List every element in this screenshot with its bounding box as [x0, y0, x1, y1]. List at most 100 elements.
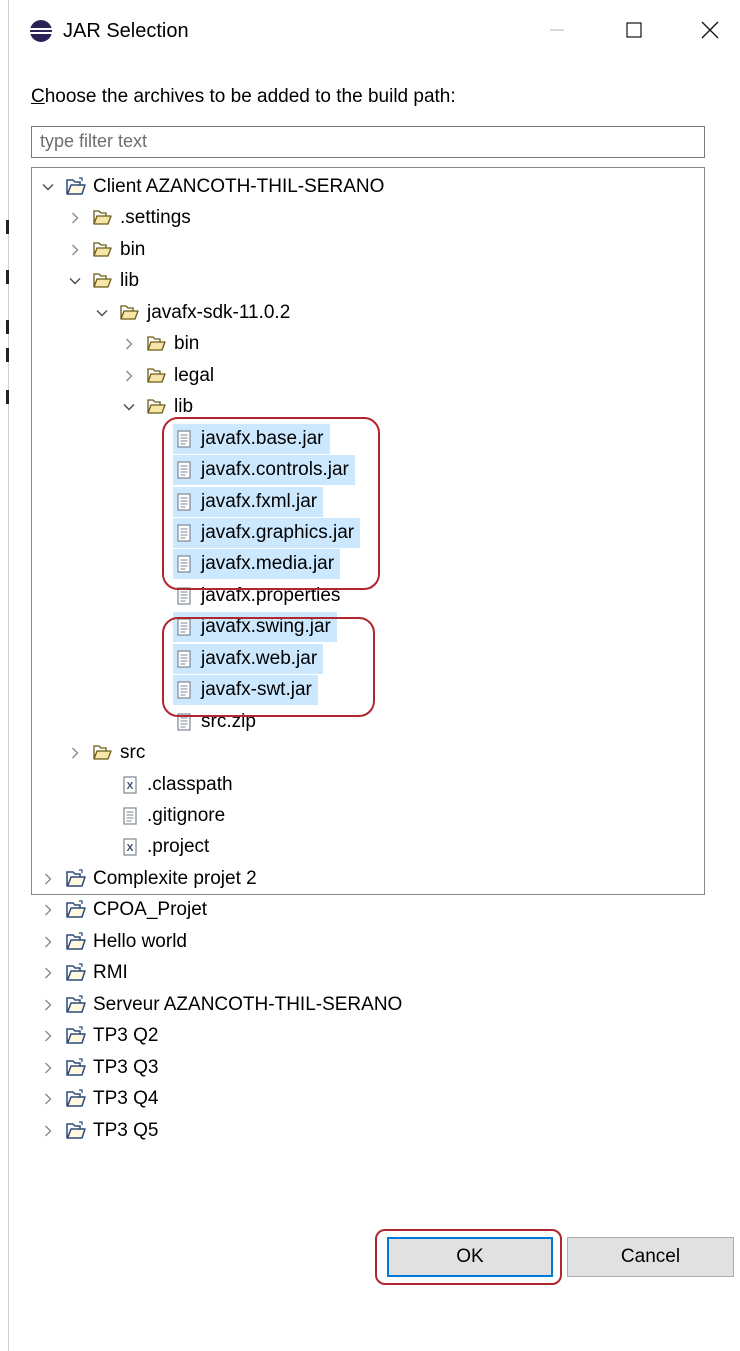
chevron-right-icon[interactable] [122, 369, 136, 383]
tree-row-label: lib [174, 396, 194, 418]
eclipse-icon [29, 19, 53, 43]
tree-row-label: TP3 Q4 [93, 1088, 159, 1110]
folder-icon [146, 396, 168, 418]
project-icon [65, 931, 87, 953]
tree-row-label: bin [174, 333, 200, 355]
tree-row-label: TP3 Q2 [93, 1025, 159, 1047]
svg-text:X: X [127, 843, 134, 854]
tree-row[interactable]: bin [122, 329, 199, 359]
chevron-down-icon[interactable] [41, 180, 55, 194]
tree-row[interactable]: javafx-sdk-11.0.2 [95, 298, 290, 328]
chevron-right-icon[interactable] [68, 211, 82, 225]
project-icon [65, 962, 87, 984]
tree-row-label: .settings [120, 207, 191, 229]
xml-file-icon: X [119, 836, 141, 858]
close-button[interactable] [687, 12, 733, 48]
tree-row-label: Hello world [93, 930, 187, 952]
tree-row[interactable]: lib [68, 266, 139, 296]
maximize-icon [626, 22, 642, 38]
folder-icon [92, 742, 114, 764]
tree-row[interactable]: .gitignore [119, 801, 225, 831]
project-icon [65, 994, 87, 1016]
tree-row-label: lib [120, 270, 140, 292]
selection-highlight-group-1 [162, 417, 380, 590]
tree-row-label: CPOA_Projet [93, 899, 208, 921]
folder-icon [146, 333, 168, 355]
instruction-text: hoose the archives to be added to the bu… [44, 86, 456, 107]
tree-row-label: .classpath [147, 773, 233, 795]
chevron-right-icon[interactable] [41, 903, 55, 917]
tree-row[interactable]: bin [68, 235, 145, 265]
chevron-right-icon[interactable] [122, 337, 136, 351]
tree-row[interactable]: Hello world [41, 927, 187, 957]
window-title: JAR Selection [63, 20, 189, 42]
ok-button[interactable]: OK [387, 1237, 553, 1277]
selection-highlight-group-2 [162, 617, 375, 717]
tree-row[interactable]: TP3 Q3 [41, 1053, 158, 1083]
project-icon [65, 868, 87, 890]
tree-row-label: TP3 Q3 [93, 1056, 159, 1078]
minimize-icon [550, 29, 564, 31]
tree-row[interactable]: CPOA_Projet [41, 895, 207, 925]
tree-row[interactable]: X .classpath [119, 770, 233, 800]
instruction-label: Choose the archives to be added to the b… [31, 85, 456, 109]
tree-row[interactable]: .settings [68, 203, 191, 233]
tree-row-label: bin [120, 238, 146, 260]
background-window-edge [0, 0, 9, 1351]
tree-row[interactable]: TP3 Q5 [41, 1116, 158, 1146]
tree-row-label: TP3 Q5 [93, 1119, 159, 1141]
filter-placeholder: type filter text [40, 131, 148, 151]
file-icon [119, 805, 141, 827]
project-icon [65, 1088, 87, 1110]
instruction-mnemonic: C [31, 86, 45, 107]
close-icon [701, 21, 719, 39]
chevron-right-icon[interactable] [68, 243, 82, 257]
tree-row[interactable]: X .project [119, 832, 209, 862]
chevron-right-icon[interactable] [41, 1029, 55, 1043]
chevron-right-icon[interactable] [41, 935, 55, 949]
project-icon [65, 176, 87, 198]
xml-file-icon: X [119, 774, 141, 796]
filter-input[interactable]: type filter text [31, 126, 705, 158]
tree-row[interactable]: Client AZANCOTH-THIL-SERANO [41, 172, 384, 202]
folder-icon [146, 365, 168, 387]
tree-row[interactable]: Serveur AZANCOTH-THIL-SERANO [41, 990, 402, 1020]
tree-row[interactable]: RMI [41, 958, 128, 988]
folder-icon [92, 239, 114, 261]
tree-row-label: Client AZANCOTH-THIL-SERANO [93, 176, 385, 197]
chevron-down-icon[interactable] [122, 400, 136, 414]
tree-row-label: src [120, 742, 146, 764]
tree-row[interactable]: Complexite projet 2 [41, 864, 257, 894]
maximize-button[interactable] [611, 12, 657, 48]
tree-row-label: .project [147, 836, 210, 858]
folder-icon [92, 207, 114, 229]
chevron-down-icon[interactable] [68, 274, 82, 288]
tree-row-label: Serveur AZANCOTH-THIL-SERANO [93, 993, 403, 1015]
tree-row-label: .gitignore [147, 805, 226, 826]
chevron-right-icon[interactable] [41, 998, 55, 1012]
tree-row-label: Complexite projet 2 [93, 867, 257, 889]
chevron-right-icon[interactable] [41, 1124, 55, 1138]
tree-row[interactable]: TP3 Q2 [41, 1021, 158, 1051]
tree-row[interactable]: src [68, 738, 145, 768]
chevron-right-icon[interactable] [68, 746, 82, 760]
project-icon [65, 899, 87, 921]
chevron-right-icon[interactable] [41, 872, 55, 886]
title-bar: JAR Selection [9, 0, 740, 62]
project-icon [65, 1120, 87, 1142]
tree-row-label: javafx-sdk-11.0.2 [147, 301, 291, 323]
folder-icon [92, 270, 114, 292]
minimize-button[interactable] [534, 12, 580, 48]
cancel-button[interactable]: Cancel [567, 1237, 734, 1277]
project-icon [65, 1025, 87, 1047]
chevron-right-icon[interactable] [41, 1061, 55, 1075]
tree-row[interactable]: legal [122, 361, 214, 391]
tree-row[interactable]: TP3 Q4 [41, 1084, 158, 1114]
chevron-right-icon[interactable] [41, 1092, 55, 1106]
tree-row-label: legal [174, 364, 215, 386]
tree-row-label: RMI [93, 962, 128, 984]
chevron-down-icon[interactable] [95, 306, 109, 320]
svg-text:X: X [127, 781, 134, 792]
chevron-right-icon[interactable] [41, 966, 55, 980]
folder-icon [119, 302, 141, 324]
